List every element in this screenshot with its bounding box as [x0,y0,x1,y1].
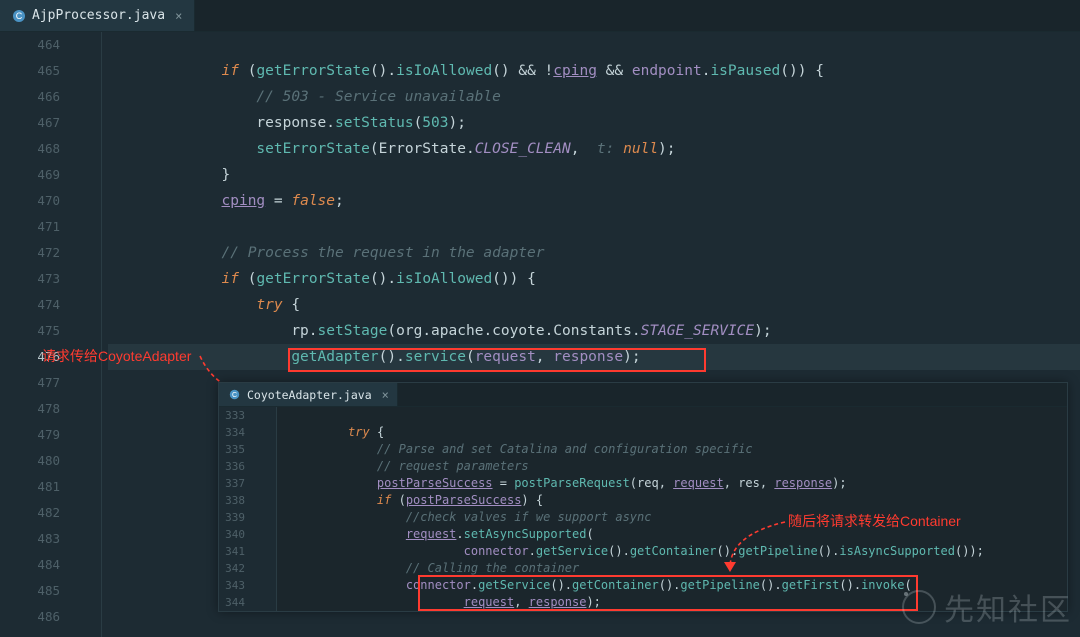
code-line: } [108,162,1080,188]
code-line: try { [283,424,1067,441]
inner-icon-gutter [255,407,277,611]
code-line: rp.setStage(org.apache.coyote.Constants.… [108,318,1080,344]
line-number: 483 [0,526,60,552]
line-number: 471 [0,214,60,240]
line-number: 470 [0,188,60,214]
line-number: 464 [0,32,60,58]
code-line: response.setStatus(503); [108,110,1080,136]
code-line: cping = false; [108,188,1080,214]
line-number: 481 [0,474,60,500]
code-line: connector.getService().getContainer().ge… [283,543,1067,560]
inner-tab-bar: C CoyoteAdapter.java × [219,383,1067,407]
inner-code-area[interactable]: try { // Parse and set Catalina and conf… [277,407,1067,611]
code-line: if (getErrorState().isIoAllowed() && !cp… [108,58,1080,84]
code-line: // request parameters [283,458,1067,475]
code-line: try { [108,292,1080,318]
code-line: // Parse and set Catalina and configurat… [283,441,1067,458]
close-icon[interactable]: × [382,388,389,402]
code-line: setErrorState(ErrorState.CLOSE_CLEAN, t:… [108,136,1080,162]
line-number: 467 [0,110,60,136]
svg-text:C: C [16,11,23,21]
line-number: 475 [0,318,60,344]
code-line: // 503 - Service unavailable [108,84,1080,110]
line-number: 469 [0,162,60,188]
line-number: 465 [0,58,60,84]
watermark: 先知社区 [902,585,1072,629]
line-number: 477 [0,370,60,396]
file-tab[interactable]: C AjpProcessor.java × [0,0,195,31]
code-line: // Calling the container [283,560,1067,577]
watermark-logo-icon [902,590,936,624]
code-line: if (getErrorState().isIoAllowed()) { [108,266,1080,292]
annotation-left: 请求传给CoyoteAdapter [42,346,191,366]
line-number: 468 [0,136,60,162]
line-number: 466 [0,84,60,110]
line-number: 473 [0,266,60,292]
watermark-text: 先知社区 [944,585,1072,629]
tab-filename: AjpProcessor.java [32,8,165,23]
code-line-current: getAdapter().service(request, response); [108,344,1080,370]
line-number: 479 [0,422,60,448]
tab-bar: C AjpProcessor.java × [0,0,1080,32]
code-line: // Process the request in the adapter [108,240,1080,266]
inner-tab-filename: CoyoteAdapter.java [247,388,372,402]
line-number: 486 [0,604,60,630]
svg-text:C: C [231,392,236,399]
inner-file-tab[interactable]: C CoyoteAdapter.java × [219,383,398,406]
line-number: 472 [0,240,60,266]
inner-line-gutter: 333334335336337338 339340341342343344 [219,407,255,611]
java-class-icon: C [12,9,26,23]
line-number: 482 [0,500,60,526]
line-number-gutter: 464 465 466 467 468 469 470 471 472 473 … [0,32,70,637]
line-number: 480 [0,448,60,474]
code-line [108,214,1080,240]
inner-editor: C CoyoteAdapter.java × 33333433533633733… [218,382,1068,612]
line-number: 474 [0,292,60,318]
java-class-icon: C [227,388,241,402]
code-line: if (postParseSuccess) { [283,492,1067,509]
line-number: 484 [0,552,60,578]
close-icon[interactable]: × [175,9,182,23]
code-line [283,407,1067,424]
icon-gutter [70,32,102,637]
line-number: 485 [0,578,60,604]
code-line [108,32,1080,58]
line-number: 478 [0,396,60,422]
annotation-right: 随后将请求转发给Container [788,511,961,531]
code-line: postParseSuccess = postParseRequest(req,… [283,475,1067,492]
